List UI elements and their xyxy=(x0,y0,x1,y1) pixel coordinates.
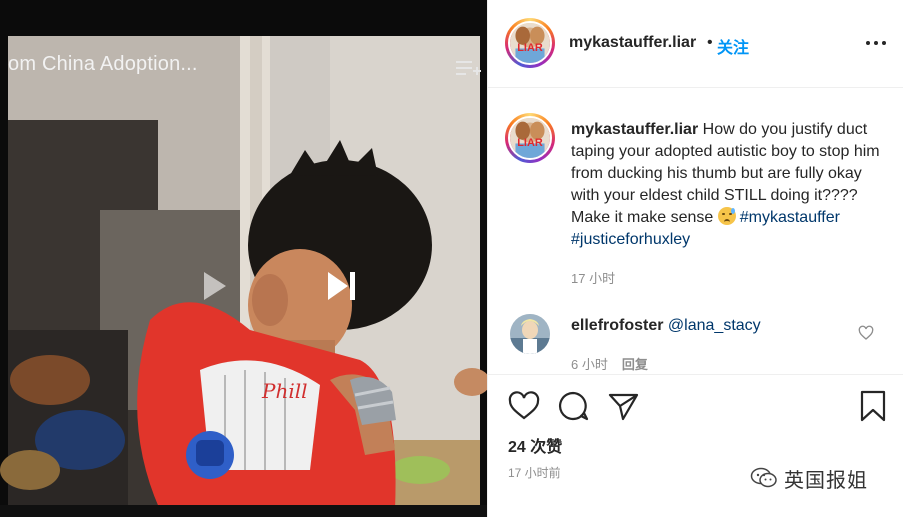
comment-icon[interactable] xyxy=(556,389,590,423)
heart-icon[interactable] xyxy=(507,389,541,423)
post-header: LIAR mykastauffer.liar • 关注 xyxy=(488,0,903,88)
separator-dot: • xyxy=(707,34,713,51)
likes-count[interactable]: 24 次赞 xyxy=(508,433,562,457)
svg-text:Phill: Phill xyxy=(261,379,308,403)
heart-outline-icon[interactable] xyxy=(858,325,874,341)
video-progress-track[interactable] xyxy=(0,505,487,517)
bookmark-icon[interactable] xyxy=(856,389,890,423)
post-panel: LIAR mykastauffer.liar • 关注 LIAR mykasta… xyxy=(487,0,903,517)
comment-text: ellefrofoster @lana_stacy xyxy=(571,317,761,335)
watermark-text: 英国报姐 xyxy=(784,469,868,492)
comment-timestamp: 6 小时 xyxy=(571,357,608,372)
caption-username[interactable]: mykastauffer.liar xyxy=(571,121,698,138)
video-player[interactable]: Phill om China Adoption... xyxy=(0,0,487,517)
video-frame-image: Phill xyxy=(0,0,487,517)
avatar-liar-text: LIAR xyxy=(517,42,543,54)
watermark: 英国报姐 xyxy=(750,465,868,492)
caption-timestamp: 17 小时 xyxy=(571,271,616,286)
add-to-queue-icon[interactable] xyxy=(454,58,482,80)
play-prev-icon[interactable] xyxy=(196,266,236,306)
paper-plane-icon[interactable] xyxy=(606,389,640,423)
avatar[interactable] xyxy=(510,314,550,354)
hashtag-link[interactable]: #mykastauffer xyxy=(740,209,840,226)
skip-next-icon[interactable] xyxy=(322,266,362,306)
hashtag-link[interactable]: #justiceforhuxley xyxy=(571,231,690,248)
comment-meta: 6 小时 回复 xyxy=(571,354,648,373)
comment-username[interactable]: ellefrofoster xyxy=(571,317,663,334)
follow-button[interactable]: 关注 xyxy=(717,34,749,58)
reply-button[interactable]: 回复 xyxy=(622,357,648,372)
post-author-username[interactable]: mykastauffer.liar xyxy=(569,34,696,52)
video-title: om China Adoption... xyxy=(8,53,198,75)
post-timestamp: 17 小时前 xyxy=(508,466,561,480)
avatar-liar-text: LIAR xyxy=(517,137,543,149)
avatar[interactable]: LIAR xyxy=(508,21,552,65)
more-options-icon[interactable] xyxy=(864,34,888,52)
mention-link[interactable]: @lana_stacy xyxy=(668,317,761,334)
avatar[interactable]: LIAR xyxy=(508,116,552,160)
wechat-icon xyxy=(750,467,777,488)
sad-sweat-emoji xyxy=(717,207,736,225)
caption-text: mykastauffer.liar How do you justify duc… xyxy=(571,119,891,251)
action-bar: 24 次赞 17 小时前 英国报姐 xyxy=(488,374,903,517)
